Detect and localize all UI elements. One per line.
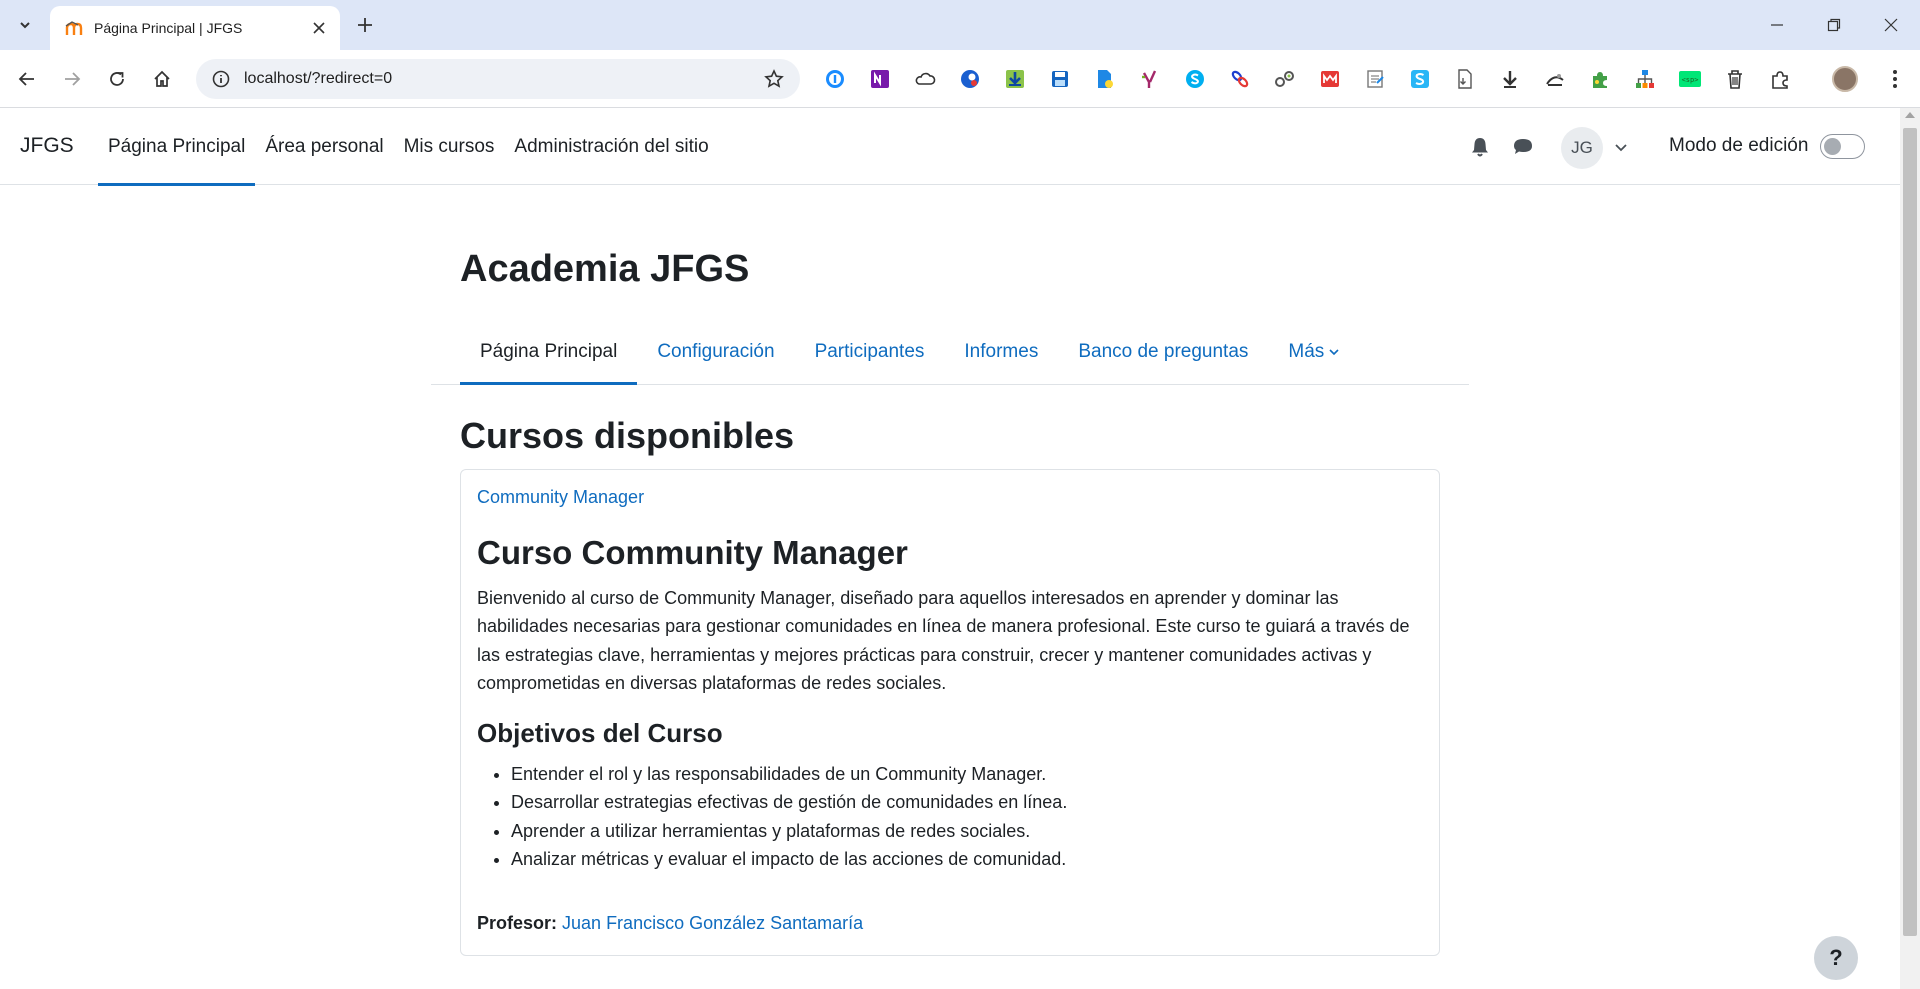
avast-icon[interactable] [955, 64, 985, 94]
tab-search-icon[interactable] [10, 10, 40, 40]
course-heading: Curso Community Manager [477, 534, 908, 571]
list-item: Desarrollar estrategias efectivas de ges… [511, 788, 1067, 816]
teacher-label: Profesor: [477, 913, 558, 933]
page-title: Academia JFGS [460, 248, 750, 290]
close-window-icon[interactable] [1868, 8, 1914, 42]
nav-item-mis-cursos[interactable]: Mis cursos [394, 108, 505, 185]
scrollbar-thumb[interactable] [1903, 128, 1917, 936]
primary-navigation: Página Principal Área personal Mis curso… [98, 108, 719, 186]
list-item: Entender el rol y las responsabilidades … [511, 760, 1067, 788]
site-info-icon[interactable] [208, 66, 234, 92]
nav-item-label: Mis cursos [403, 135, 495, 157]
scroll-up-arrow-icon[interactable] [1905, 112, 1915, 118]
download-icon[interactable] [1495, 64, 1525, 94]
objectives-list: Entender el rol y las responsabilidades … [511, 760, 1067, 874]
onenote-icon[interactable] [865, 64, 895, 94]
user-avatar[interactable]: JG [1561, 127, 1603, 169]
nav-item-label: Página Principal [108, 135, 246, 157]
home-icon[interactable] [146, 63, 178, 95]
site-navbar: JFGS Página Principal Área personal Mis … [0, 108, 1900, 186]
svg-text:<sp>: <sp> [1682, 76, 1699, 84]
download-manager-icon[interactable] [1000, 64, 1030, 94]
tab-label: Informes [964, 341, 1039, 362]
nav-item-pagina-principal[interactable]: Página Principal [98, 108, 256, 186]
moodle-favicon-icon [64, 18, 84, 38]
avatar-initials: JG [1571, 138, 1593, 157]
puzzle-icon[interactable] [1585, 64, 1615, 94]
course-teacher: Profesor: Juan Francisco González Santam… [477, 913, 863, 934]
browser-profile-avatar[interactable] [1832, 66, 1858, 92]
back-icon[interactable] [11, 63, 43, 95]
tab-title: Página Principal | JFGS [94, 20, 243, 36]
tab-configuracion[interactable]: Configuración [637, 320, 794, 384]
s-icon[interactable] [1405, 64, 1435, 94]
messages-chat-icon[interactable] [1510, 135, 1536, 159]
address-bar[interactable]: localhost/?redirect=0 [196, 59, 800, 99]
sitemap-icon[interactable] [1630, 64, 1660, 94]
hat-icon[interactable] [1540, 64, 1570, 94]
course-card: Community Manager Curso Community Manage… [460, 469, 1440, 956]
help-button[interactable]: ? [1814, 936, 1858, 980]
browser-tabstrip: Página Principal | JFGS [0, 0, 1920, 50]
chevron-down-icon [1329, 348, 1339, 356]
url-text: localhost/?redirect=0 [244, 70, 393, 87]
reload-icon[interactable] [101, 63, 133, 95]
teacher-name-link[interactable]: Juan Francisco González Santamaría [562, 913, 863, 933]
toggle-knob [1824, 138, 1841, 155]
course-link[interactable]: Community Manager [477, 487, 644, 508]
new-tab-icon[interactable] [352, 12, 378, 38]
tab-close-icon[interactable] [308, 17, 330, 39]
yoast-icon[interactable] [1135, 64, 1165, 94]
objectives-heading: Objetivos del Curso [477, 718, 723, 748]
restore-icon[interactable] [1811, 8, 1857, 42]
nav-item-administracion[interactable]: Administración del sitio [504, 108, 718, 185]
bookmark-star-icon[interactable] [760, 65, 788, 93]
chevron-down-icon[interactable] [1611, 138, 1631, 158]
pdf-icon[interactable] [1450, 64, 1480, 94]
section-title: Cursos disponibles [460, 415, 795, 456]
tab-participantes[interactable]: Participantes [795, 320, 945, 384]
edit-mode-label: Modo de edición [1669, 135, 1809, 156]
sp-icon[interactable]: <sp> [1675, 64, 1705, 94]
tab-banco-de-preguntas[interactable]: Banco de preguntas [1058, 320, 1268, 384]
list-item: Analizar métricas y evaluar el impacto d… [511, 845, 1067, 873]
notifications-bell-icon[interactable] [1468, 135, 1492, 159]
tab-informes[interactable]: Informes [944, 320, 1058, 384]
browser-tab[interactable]: Página Principal | JFGS [50, 6, 340, 50]
notes-icon[interactable] [1360, 64, 1390, 94]
tab-label: Página Principal [480, 341, 618, 362]
cloud-icon[interactable] [910, 64, 940, 94]
nav-item-label: Administración del sitio [514, 135, 709, 157]
trash-icon[interactable] [1720, 64, 1750, 94]
save-icon[interactable] [1045, 64, 1075, 94]
nav-item-label: Área personal [265, 135, 384, 157]
tab-mas[interactable]: Más [1268, 320, 1359, 384]
tab-label: Configuración [657, 341, 775, 362]
tab-label: Más [1288, 341, 1325, 362]
nav-item-area-personal[interactable]: Área personal [255, 108, 393, 185]
tab-pagina-principal[interactable]: Página Principal [460, 320, 638, 385]
browser-menu-icon[interactable] [1882, 64, 1908, 94]
site-brand[interactable]: JFGS [20, 134, 74, 158]
docs-icon[interactable] [1090, 64, 1120, 94]
tab-label: Participantes [814, 341, 925, 362]
mendeley-icon[interactable] [1315, 64, 1345, 94]
browser-toolbar: localhost/?redirect=0 <sp> [0, 50, 1920, 108]
link-icon[interactable] [1225, 64, 1255, 94]
minimize-icon[interactable] [1754, 8, 1800, 42]
extensions-row: <sp> [820, 64, 1795, 94]
edit-mode-toggle[interactable] [1820, 134, 1865, 159]
share-icon[interactable] [1270, 64, 1300, 94]
page-scrollbar[interactable] [1900, 108, 1920, 989]
list-item: Aprender a utilizar herramientas y plata… [511, 817, 1067, 845]
skype-icon[interactable] [1180, 64, 1210, 94]
forward-icon[interactable] [56, 63, 88, 95]
extensions-icon[interactable] [1765, 64, 1795, 94]
tab-label: Banco de preguntas [1078, 341, 1249, 362]
secondary-navigation: Página Principal Configuración Participa… [431, 320, 1469, 385]
1password-icon[interactable] [820, 64, 850, 94]
help-label: ? [1829, 945, 1843, 970]
course-description: Bienvenido al curso de Community Manager… [477, 588, 1410, 694]
